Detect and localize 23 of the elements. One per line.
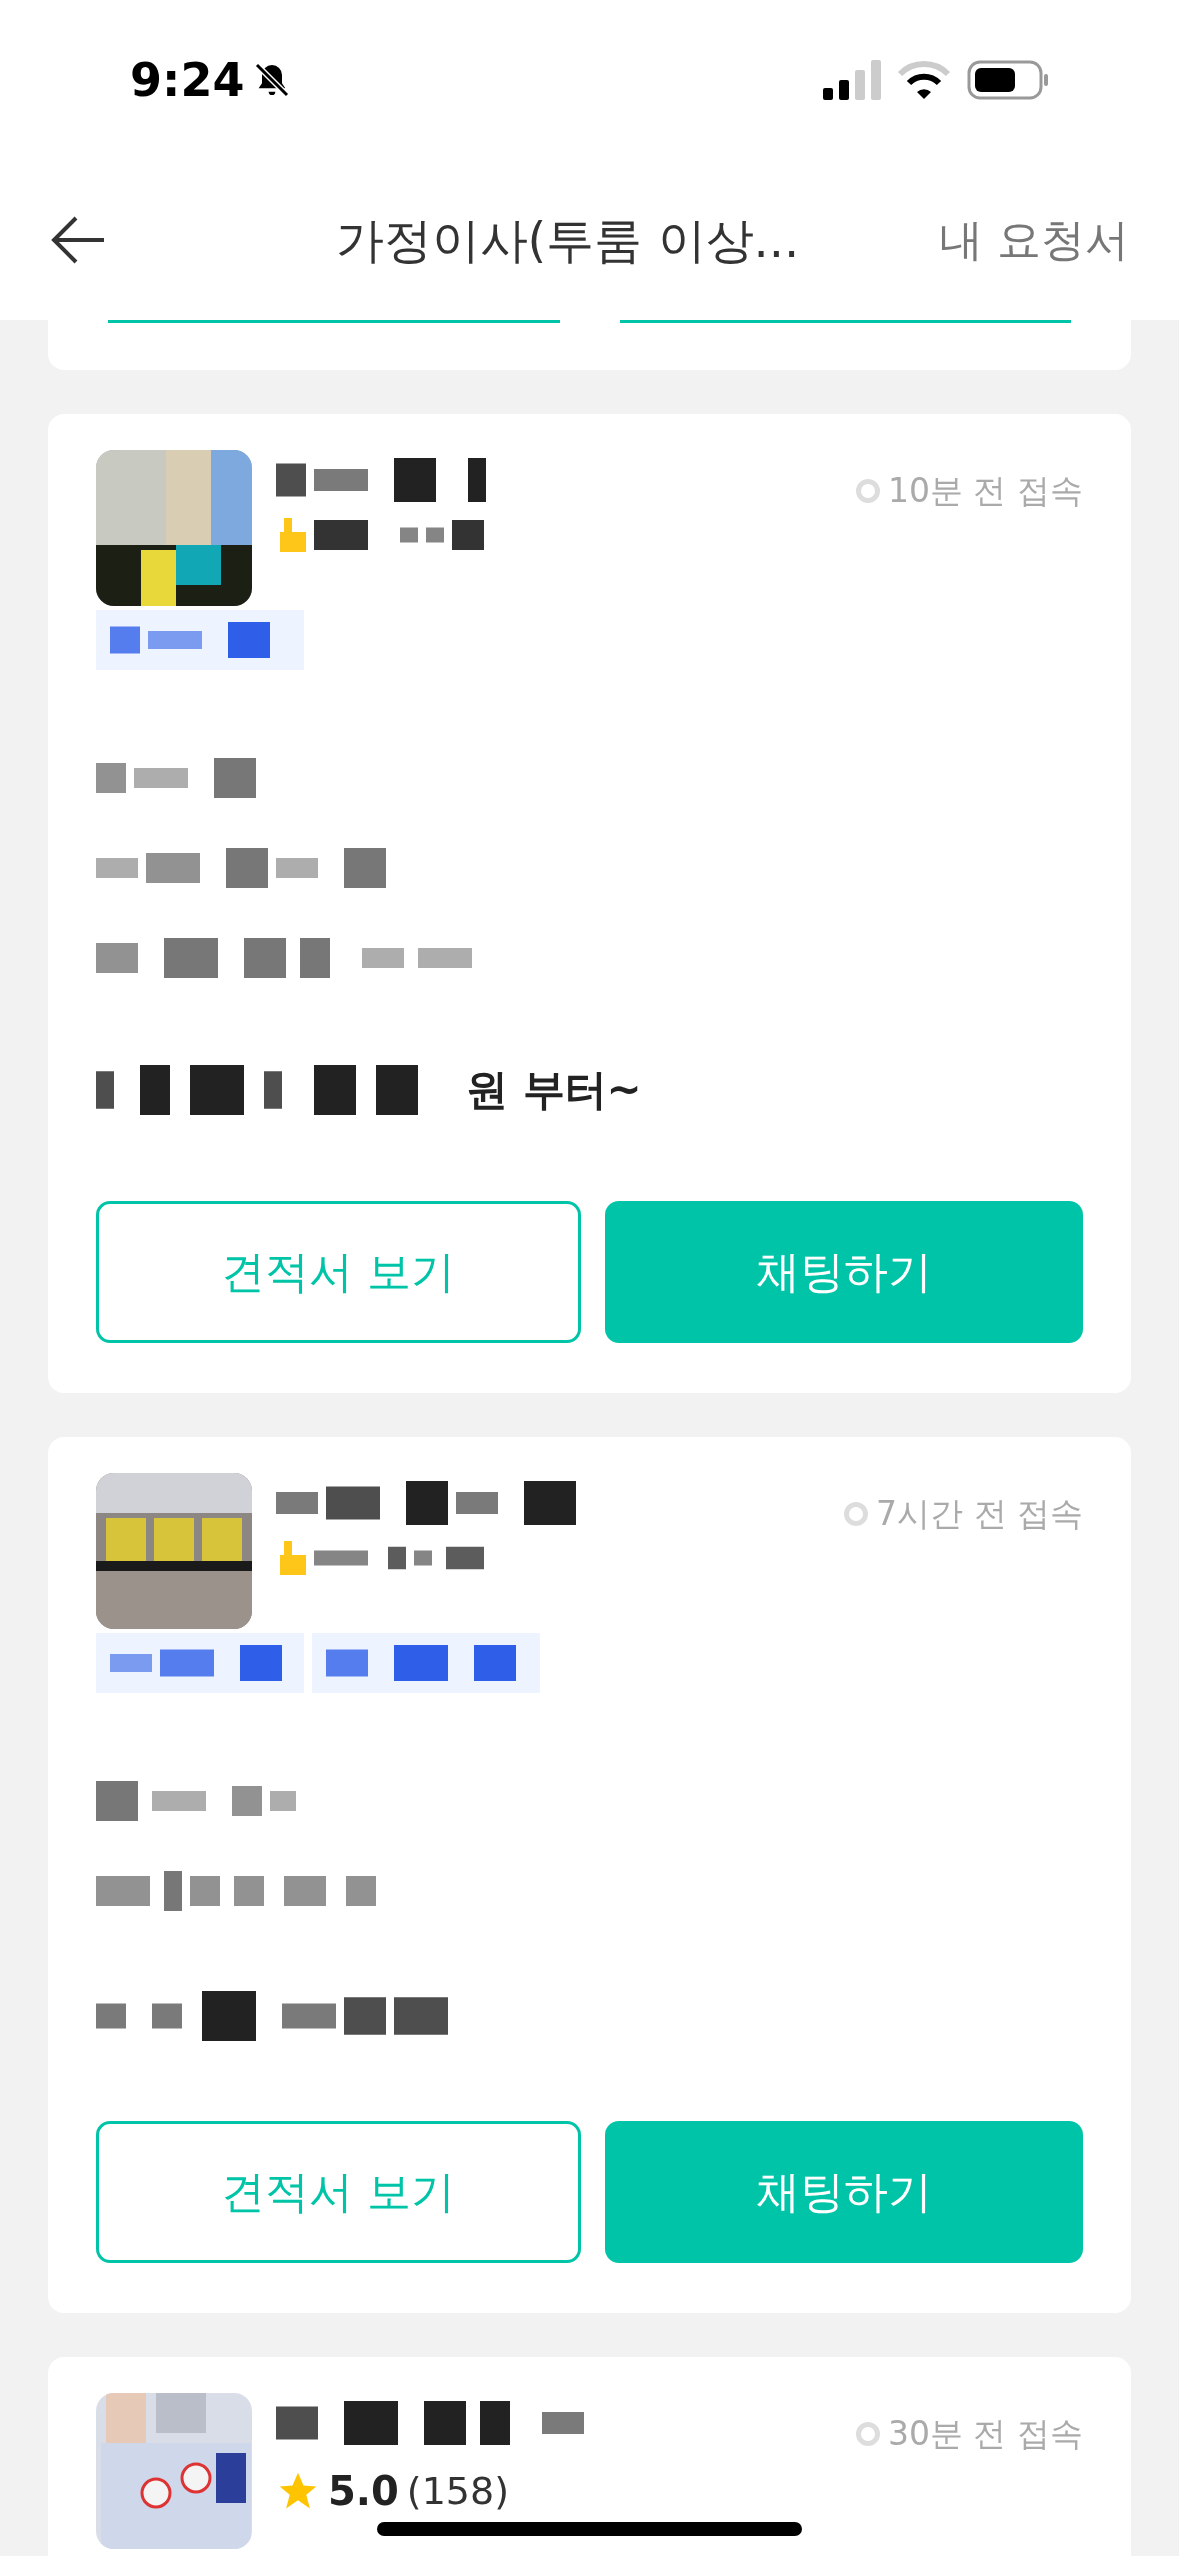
status-dot-icon (844, 1501, 868, 1526)
last-seen-text: 10분 전 접속 (888, 470, 1083, 512)
battery-icon (967, 60, 1049, 100)
chat-button[interactable]: 채팅하기 (604, 2121, 1083, 2263)
back-button[interactable] (50, 215, 106, 265)
signal-icon (823, 60, 881, 100)
last-seen-text: 7시간 전 접속 (876, 1493, 1083, 1535)
view-quote-button[interactable]: 견적서 보기 (96, 1201, 581, 1343)
button-edge[interactable] (619, 320, 1071, 323)
button-edge[interactable] (108, 320, 560, 323)
chat-button[interactable]: 채팅하기 (604, 1201, 1083, 1343)
back-arrow-icon (50, 215, 106, 265)
page-title: 가정이사(투룸 이상... (335, 211, 800, 270)
time-text: 9:24 (130, 51, 245, 109)
status-dot-icon (856, 2421, 880, 2446)
view-quote-button[interactable]: 견적서 보기 (96, 2121, 581, 2263)
wifi-icon (897, 60, 951, 100)
last-seen-text: 30분 전 접속 (888, 2413, 1083, 2455)
status-dot-icon (856, 478, 880, 503)
review-count: (158) (406, 2467, 510, 2515)
rating-text: 5.0 (328, 2467, 399, 2516)
my-request-link[interactable]: 내 요청서 (939, 207, 1129, 273)
price-suffix-text: 원 부터~ (466, 1064, 642, 1116)
